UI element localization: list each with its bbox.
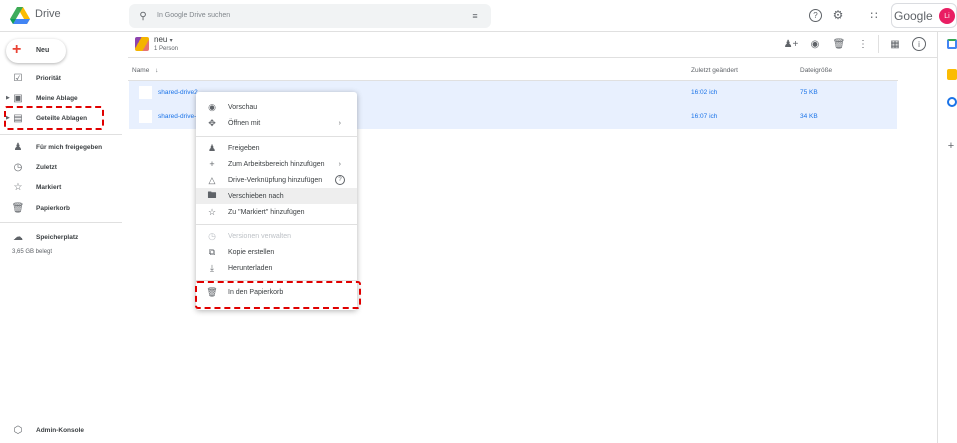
grid-view-icon[interactable]: ▦: [888, 37, 902, 51]
settings-icon[interactable]: ⚙: [831, 8, 845, 22]
sidebar-item-trash[interactable]: 🗑 Papierkorb: [0, 198, 122, 218]
storage-used: 3,65 GB belegt: [12, 249, 53, 255]
account-button[interactable]: Google Li: [891, 3, 957, 28]
file-icon: [139, 86, 152, 99]
sidebar-divider: [0, 222, 122, 223]
expand-arrow-icon[interactable]: ▶: [6, 95, 10, 101]
new-button[interactable]: + Neu: [6, 39, 66, 63]
app-name: Drive: [35, 8, 61, 20]
priority-icon: ☑: [13, 72, 23, 84]
drive-shortcut-icon: △: [208, 174, 216, 185]
menu-item-add-shortcut[interactable]: △ Drive-Verknüpfung hinzufügen?: [196, 172, 357, 188]
drive-logo-icon: [10, 7, 30, 24]
side-panel-divider: [937, 31, 938, 443]
help-icon[interactable]: ?: [809, 9, 822, 22]
highlight-box-shared-drives: [4, 106, 104, 130]
drive-logo[interactable]: [10, 7, 30, 24]
star-icon: ☆: [207, 206, 217, 217]
menu-divider: [196, 136, 357, 137]
trash-icon: 🗑: [11, 202, 25, 214]
add-addon-icon[interactable]: +: [946, 140, 956, 152]
search-icon[interactable]: ⚲: [137, 10, 149, 22]
move-arrows-icon: ✥: [208, 117, 216, 128]
sidebar-item-shared-with-me[interactable]: ♟ Für mich freigegeben: [0, 137, 122, 157]
search-bar[interactable]: ⚲ In Google Drive suchen ≡: [129, 4, 491, 28]
column-header-name[interactable]: Name ↓: [132, 67, 158, 74]
more-vert-icon[interactable]: ⋮: [856, 37, 870, 51]
sidebar-item-priority[interactable]: ☑ Priorität: [0, 68, 122, 88]
sidebar-item-my-drive[interactable]: ▶ ▣ Meine Ablage: [0, 88, 122, 108]
calendar-icon[interactable]: [947, 39, 957, 49]
sidebar-item-starred[interactable]: ☆ Markiert: [0, 177, 122, 197]
eye-icon: ◉: [208, 101, 216, 112]
clock-icon: ◷: [13, 161, 23, 173]
sidebar-item-storage[interactable]: ☁ Speicherplatz: [0, 227, 122, 247]
menu-item-move-to[interactable]: 🖿 Verschieben nach: [196, 188, 357, 204]
submenu-arrow-icon: ›: [338, 119, 341, 127]
star-icon: ☆: [13, 181, 23, 193]
folder-move-icon: 🖿: [207, 190, 217, 200]
main-divider: [128, 57, 937, 58]
people-icon: ♟: [13, 141, 23, 153]
search-input[interactable]: In Google Drive suchen: [157, 12, 230, 19]
file-icon: [139, 110, 152, 123]
avatar[interactable]: Li: [939, 8, 955, 24]
sidebar-item-recent[interactable]: ◷ Zuletzt: [0, 157, 122, 177]
help-icon[interactable]: ?: [335, 175, 345, 185]
menu-item-manage-versions: ◷ Versionen verwalten: [196, 228, 357, 244]
plus-icon: +: [209, 159, 215, 169]
menu-item-make-copy[interactable]: ⧉ Kopie erstellen: [196, 244, 357, 260]
tasks-icon[interactable]: [947, 97, 957, 107]
history-icon: ◷: [208, 230, 216, 241]
search-options-icon[interactable]: ≡: [469, 10, 481, 22]
download-icon: ⤓: [210, 262, 214, 273]
header-divider: [0, 31, 957, 32]
menu-item-add-to-workspace[interactable]: + Zum Arbeitsbereich hinzufügen ›: [196, 156, 357, 172]
my-drive-icon: ▣: [13, 92, 23, 104]
context-menu: ◉ Vorschau ✥ Öffnen mit › ♟ Freigeben + Zum A…: [196, 92, 357, 310]
sort-arrow-icon: ↓: [155, 67, 159, 74]
sidebar-divider: [0, 134, 122, 135]
google-brand: Google: [894, 9, 933, 23]
info-icon[interactable]: i: [912, 37, 926, 51]
folder-name[interactable]: neu ▾: [154, 35, 173, 44]
keep-icon[interactable]: [947, 69, 957, 80]
admin-icon: ⬡: [13, 424, 23, 436]
share-icon[interactable]: ♟+: [784, 37, 799, 51]
trash-icon[interactable]: 🗑: [832, 37, 846, 51]
menu-item-open-with[interactable]: ✥ Öffnen mit ›: [196, 115, 357, 131]
column-header-size[interactable]: Dateigröße: [800, 67, 832, 74]
dropdown-icon: ▾: [169, 38, 173, 44]
submenu-arrow-icon: ›: [338, 160, 341, 168]
toolbar-divider: [878, 35, 879, 53]
cloud-icon: ☁: [13, 231, 23, 243]
preview-eye-icon[interactable]: ◉: [808, 37, 822, 51]
folder-members: 1 Person: [154, 46, 179, 52]
sidebar-item-admin-console[interactable]: ⬡ Admin-Konsole: [0, 420, 122, 440]
menu-item-preview[interactable]: ◉ Vorschau: [196, 99, 357, 115]
menu-divider: [196, 224, 357, 225]
column-header-modified[interactable]: Zuletzt geändert: [691, 67, 738, 74]
apps-grid-icon[interactable]: ∷: [867, 8, 881, 22]
folder-icon: [135, 37, 149, 51]
add-person-icon: ♟: [207, 142, 217, 153]
copy-icon: ⧉: [208, 246, 216, 257]
highlight-box-trash: [195, 281, 361, 309]
menu-item-share[interactable]: ♟ Freigeben: [196, 140, 357, 156]
menu-item-download[interactable]: ⤓ Herunterladen: [196, 260, 357, 276]
menu-item-add-star[interactable]: ☆ Zu "Markiert" hinzufügen: [196, 204, 357, 220]
plus-icon: +: [12, 41, 22, 58]
new-label: Neu: [36, 47, 50, 54]
